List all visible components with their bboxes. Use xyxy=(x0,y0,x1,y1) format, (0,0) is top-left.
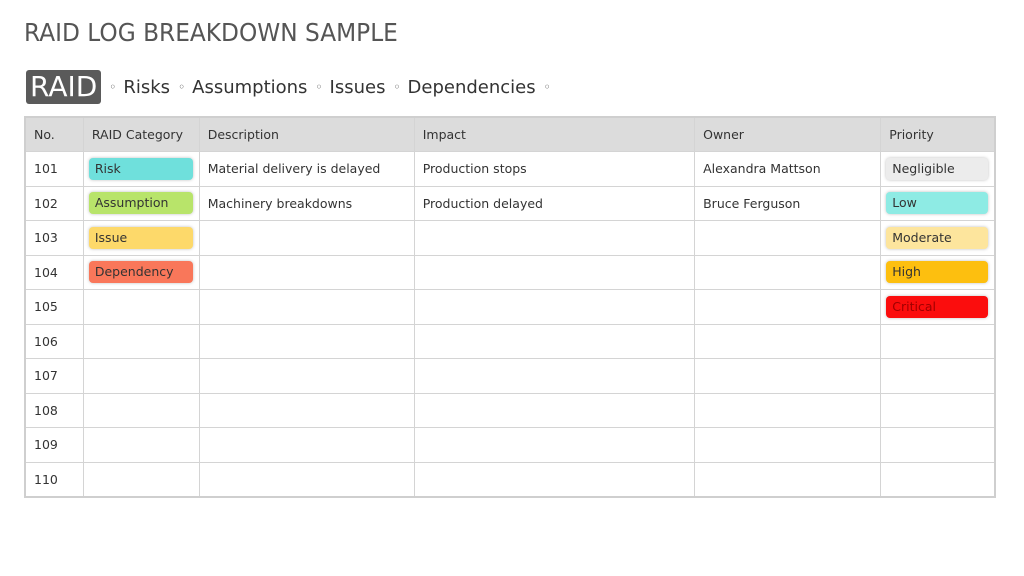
raid-nav: RAID ◦ Risks ◦ Assumptions ◦ Issues ◦ De… xyxy=(26,70,553,104)
impact-cell[interactable] xyxy=(413,358,696,394)
description-cell[interactable] xyxy=(198,220,415,256)
priority-cell[interactable]: Low xyxy=(880,185,996,221)
header-raid-category: RAID Category xyxy=(82,116,200,152)
raid-category-cell[interactable] xyxy=(82,323,200,359)
priority-cell[interactable]: Moderate xyxy=(880,220,996,256)
owner-cell[interactable] xyxy=(694,323,882,359)
raid-category-cell[interactable] xyxy=(82,392,200,428)
raid-category-cell[interactable] xyxy=(82,358,200,394)
owner-cell[interactable] xyxy=(694,289,882,325)
table-row: 102 Assumption Machinery breakdowns Product… xyxy=(24,185,996,221)
priority-cell[interactable] xyxy=(880,358,996,394)
priority-cell[interactable] xyxy=(880,392,996,428)
bullet-icon: ◦ xyxy=(315,80,323,94)
description-cell[interactable]: Machinery breakdowns xyxy=(198,185,415,221)
raid-category-tag: Issue xyxy=(88,226,193,249)
owner-cell[interactable]: Alexandra Mattson xyxy=(694,151,882,187)
impact-cell[interactable]: Production stops xyxy=(413,151,696,187)
table-row: 109 xyxy=(24,427,996,463)
description-cell[interactable] xyxy=(198,254,415,290)
impact-cell[interactable] xyxy=(413,461,696,498)
owner-cell[interactable] xyxy=(694,254,882,290)
no-cell[interactable]: 106 xyxy=(24,323,84,359)
raid-badge: RAID xyxy=(26,70,102,104)
owner-cell[interactable] xyxy=(694,392,882,428)
priority-cell[interactable]: High xyxy=(880,254,996,290)
impact-cell[interactable] xyxy=(413,323,696,359)
description-cell[interactable] xyxy=(198,461,415,498)
no-cell[interactable]: 110 xyxy=(24,461,84,498)
table-row: 110 xyxy=(24,461,996,498)
impact-cell[interactable] xyxy=(413,392,696,428)
raid-category-cell[interactable] xyxy=(82,461,200,498)
priority-cell[interactable]: Negligible xyxy=(880,151,996,187)
nav-item-dependencies: Dependencies xyxy=(407,76,536,98)
bullet-icon: ◦ xyxy=(393,80,401,94)
description-cell[interactable] xyxy=(198,358,415,394)
header-no: No. xyxy=(24,116,84,152)
table-row: 108 xyxy=(24,392,996,428)
no-cell[interactable]: 103 xyxy=(24,220,84,256)
page-title: RAID LOG BREAKDOWN SAMPLE xyxy=(24,18,398,47)
impact-cell[interactable] xyxy=(413,254,696,290)
priority-tag: Negligible xyxy=(886,157,988,180)
raid-category-cell[interactable]: Dependency xyxy=(82,254,200,290)
description-cell[interactable] xyxy=(198,392,415,428)
raid-category-cell[interactable]: Risk xyxy=(82,151,200,187)
header-priority: Priority xyxy=(880,116,996,152)
raid-log-table: No. RAID Category Description Impact Own… xyxy=(24,116,996,498)
header-owner: Owner xyxy=(694,116,882,152)
priority-cell[interactable] xyxy=(880,427,996,463)
table-row: 106 xyxy=(24,323,996,359)
raid-category-cell[interactable]: Assumption xyxy=(82,185,200,221)
impact-cell[interactable] xyxy=(413,220,696,256)
owner-cell[interactable] xyxy=(694,427,882,463)
priority-tag: High xyxy=(886,261,988,284)
priority-tag: Critical xyxy=(886,295,988,318)
table-row: 103 Issue Moderate xyxy=(24,220,996,256)
description-cell[interactable] xyxy=(198,289,415,325)
owner-cell[interactable]: Bruce Ferguson xyxy=(694,185,882,221)
description-cell[interactable] xyxy=(198,427,415,463)
priority-tag: Moderate xyxy=(886,226,988,249)
bullet-icon: ◦ xyxy=(109,80,117,94)
table-row: 107 xyxy=(24,358,996,394)
raid-category-tag: Assumption xyxy=(88,192,193,215)
raid-category-cell[interactable] xyxy=(82,427,200,463)
no-cell[interactable]: 105 xyxy=(24,289,84,325)
no-cell[interactable]: 109 xyxy=(24,427,84,463)
impact-cell[interactable] xyxy=(413,427,696,463)
no-cell[interactable]: 101 xyxy=(24,151,84,187)
header-description: Description xyxy=(198,116,415,152)
no-cell[interactable]: 104 xyxy=(24,254,84,290)
nav-item-issues: Issues xyxy=(329,76,386,98)
no-cell[interactable]: 107 xyxy=(24,358,84,394)
owner-cell[interactable] xyxy=(694,461,882,498)
raid-category-cell[interactable]: Issue xyxy=(82,220,200,256)
table-row: 104 Dependency High xyxy=(24,254,996,290)
no-cell[interactable]: 102 xyxy=(24,185,84,221)
nav-item-risks: Risks xyxy=(123,76,171,98)
nav-item-assumptions: Assumptions xyxy=(192,76,308,98)
impact-cell[interactable] xyxy=(413,289,696,325)
description-cell[interactable]: Material delivery is delayed xyxy=(198,151,415,187)
header-impact: Impact xyxy=(413,116,696,152)
priority-cell[interactable] xyxy=(880,461,996,498)
table-header-row: No. RAID Category Description Impact Own… xyxy=(24,116,996,152)
owner-cell[interactable] xyxy=(694,220,882,256)
table-row: 101 Risk Material delivery is delayed Produ… xyxy=(24,151,996,187)
owner-cell[interactable] xyxy=(694,358,882,394)
table-row: 105 Critical xyxy=(24,289,996,325)
priority-cell[interactable] xyxy=(880,323,996,359)
priority-tag: Low xyxy=(886,192,988,215)
bullet-icon: ◦ xyxy=(178,80,186,94)
raid-category-cell[interactable] xyxy=(82,289,200,325)
priority-cell[interactable]: Critical xyxy=(880,289,996,325)
raid-category-tag: Dependency xyxy=(88,261,193,284)
raid-category-tag: Risk xyxy=(88,157,193,180)
impact-cell[interactable]: Production delayed xyxy=(413,185,696,221)
description-cell[interactable] xyxy=(198,323,415,359)
bullet-icon: ◦ xyxy=(543,80,551,94)
no-cell[interactable]: 108 xyxy=(24,392,84,428)
